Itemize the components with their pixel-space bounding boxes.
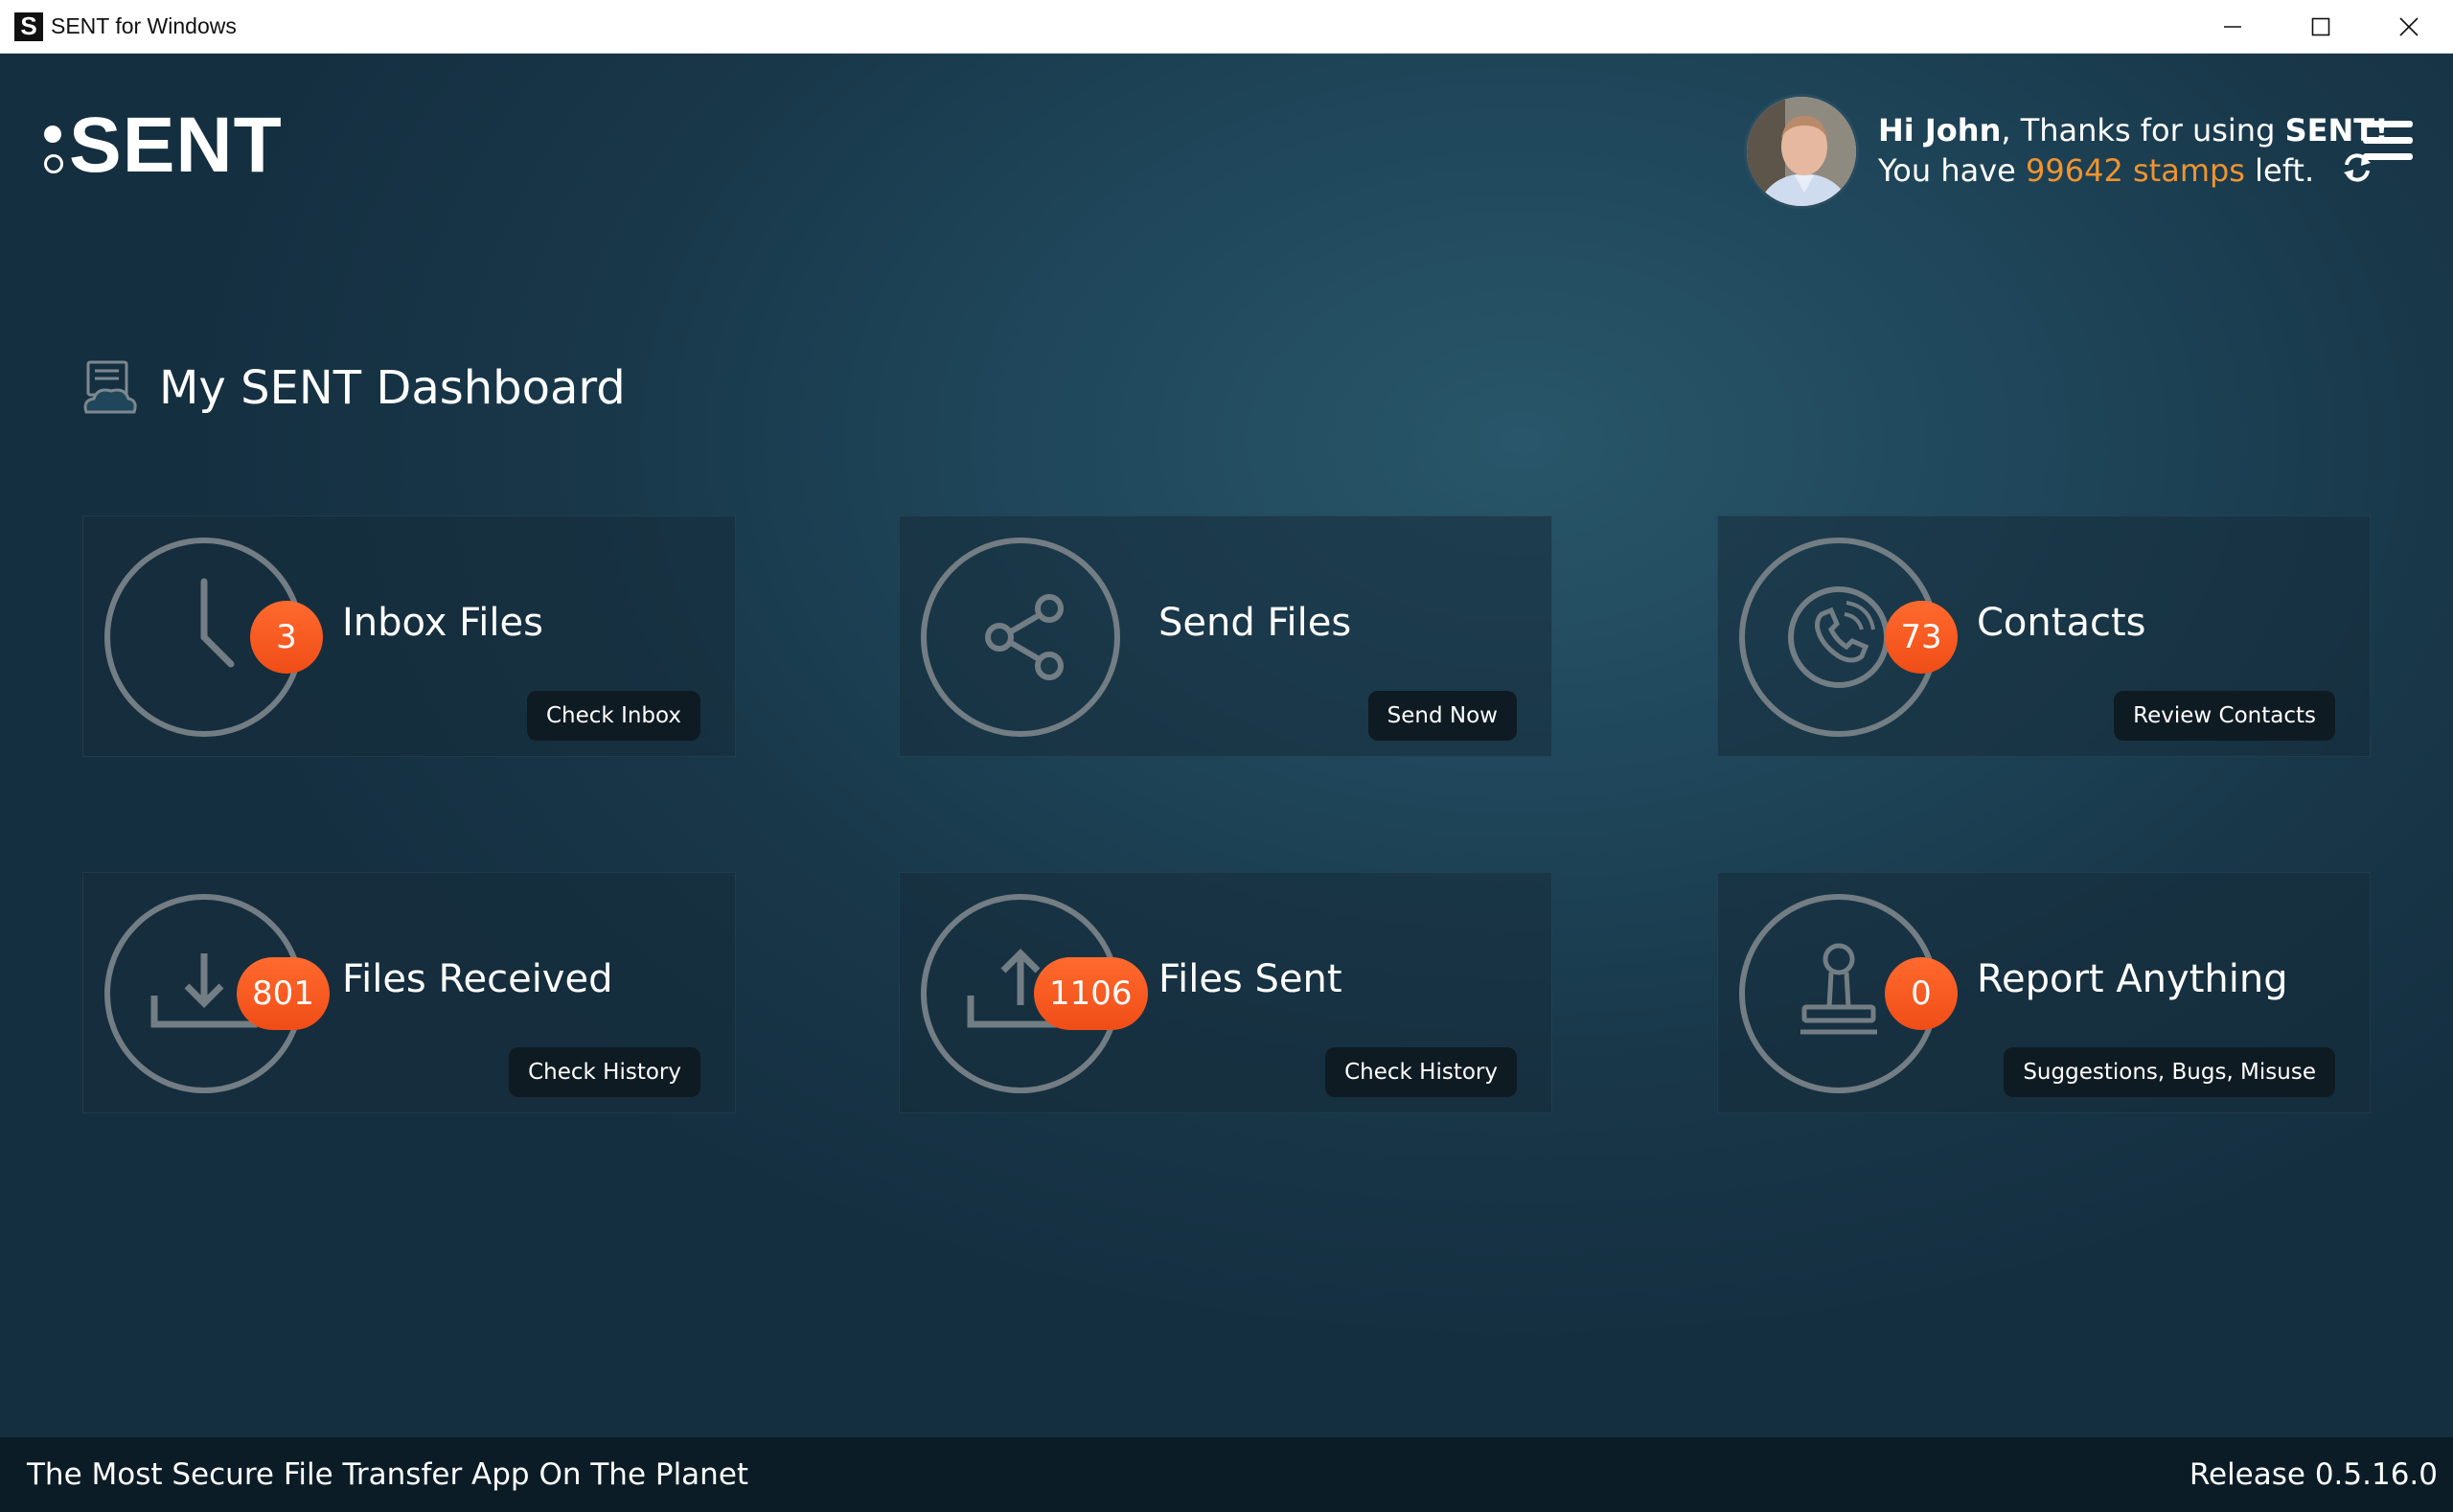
card-report-anything[interactable]: 0 Report Anything Suggestions, Bugs, Mis… [1717,872,2371,1113]
dashboard-header: My SENT Dashboard [80,358,626,418]
greeting-text: Hi John, Thanks for using SENT! You have… [1878,110,2389,194]
main-area: SENT Hi John, Thanks for using SENT! You… [0,54,2453,1437]
sent-logo: SENT [40,106,283,185]
card-title: Files Sent [1158,957,1342,1001]
contacts-count-badge: 73 [1885,601,1958,674]
page-title: My SENT Dashboard [159,361,626,415]
user-portrait-icon [1747,97,1856,206]
logo-text: SENT [69,102,283,189]
check-history-received-button[interactable]: Check History [509,1047,700,1097]
card-send-files[interactable]: Send Files Send Now [899,515,1552,757]
menu-button[interactable] [2363,121,2413,170]
card-title: Files Received [342,957,613,1001]
close-icon [2399,17,2419,36]
maximize-button[interactable] [2277,0,2365,54]
send-now-button[interactable]: Send Now [1367,691,1517,741]
footer-tagline: The Most Secure File Transfer App On The… [27,1457,749,1492]
check-inbox-button[interactable]: Check Inbox [527,691,700,741]
window-title: SENT for Windows [51,13,237,38]
review-contacts-button[interactable]: Review Contacts [2114,691,2335,741]
received-count-badge: 801 [237,957,330,1030]
logo-dots-icon [40,112,67,179]
card-title: Send Files [1158,601,1352,645]
check-history-sent-button[interactable]: Check History [1325,1047,1517,1097]
card-files-received[interactable]: 801 Files Received Check History [82,872,736,1113]
window-titlebar: S SENT for Windows [0,0,2453,54]
suggestions-bugs-misuse-button[interactable]: Suggestions, Bugs, Misuse [2004,1047,2335,1097]
stamps-suffix: left. [2244,151,2315,189]
stamps-count: 99642 stamps [2026,151,2245,189]
share-icon [921,538,1120,737]
sent-count-badge: 1106 [1034,957,1148,1030]
stamps-prefix: You have [1878,151,2027,189]
minimize-button[interactable] [2189,0,2277,54]
user-panel: Hi John, Thanks for using SENT! You have… [1744,94,2389,209]
card-title: Contacts [1977,601,2146,645]
minimize-icon [2224,26,2241,28]
window-controls [2189,0,2453,54]
card-title: Report Anything [1977,957,2288,1001]
card-contacts[interactable]: 73 Contacts Review Contacts [1717,515,2371,757]
release-version: Release 0.5.16.0 [2189,1457,2438,1492]
app-icon: S [14,11,43,41]
footer-bar: The Most Secure File Transfer App On The… [0,1437,2453,1512]
greeting-rest: , Thanks for using [2001,111,2285,149]
report-count-badge: 0 [1885,957,1958,1030]
card-files-sent[interactable]: 1106 Files Sent Check History [899,872,1552,1113]
card-inbox-files[interactable]: 3 Inbox Files Check Inbox [82,515,736,757]
hamburger-icon [2363,121,2413,127]
close-button[interactable] [2365,0,2453,54]
maximize-icon [2311,17,2330,36]
dashboard-icon [83,360,137,414]
inbox-count-badge: 3 [250,601,323,674]
avatar[interactable] [1744,94,1859,209]
greeting-name: Hi John [1878,111,2002,149]
card-title: Inbox Files [342,601,543,645]
